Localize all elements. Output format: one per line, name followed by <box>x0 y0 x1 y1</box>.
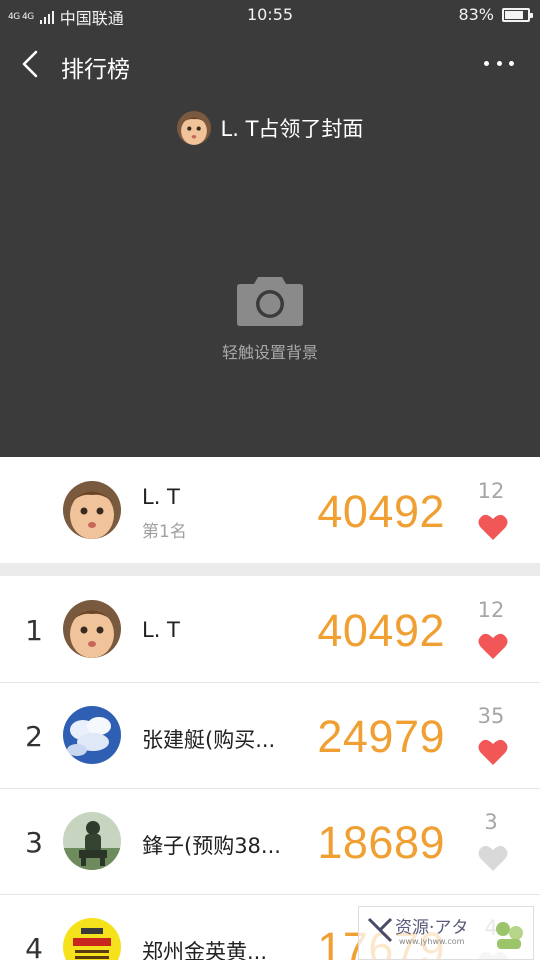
watermark-text: 资源·アタ <box>395 918 469 938</box>
rank-number: 3 <box>25 826 43 859</box>
my-step-count: 40492 <box>317 486 445 537</box>
more-options-button[interactable] <box>484 56 514 70</box>
ranking-row[interactable]: 2 张建艇(购买... 24979 35 <box>0 683 540 788</box>
section-divider <box>0 563 540 576</box>
cover-area: 4G 4G 中国联通 10:55 83% 排行榜 L. T占领了封面 轻触设置背… <box>0 0 540 457</box>
heart-icon[interactable] <box>478 738 508 766</box>
status-right: 83% <box>458 5 533 24</box>
user-name: L. T <box>142 618 180 642</box>
battery-percent: 83% <box>458 5 494 24</box>
my-rank-position: 第1名 <box>142 522 187 542</box>
step-count: 18689 <box>317 817 445 868</box>
like-count: 35 <box>477 704 505 728</box>
camera-icon <box>237 277 303 326</box>
avatar <box>63 600 121 658</box>
set-background-button[interactable]: 轻触设置背景 <box>0 275 540 363</box>
cover-owner-avatar <box>176 111 211 145</box>
more-dot-icon <box>496 60 502 66</box>
like-count: 3 <box>484 810 498 834</box>
avatar <box>63 812 121 870</box>
like-count: 12 <box>477 598 505 622</box>
set-background-label: 轻触设置背景 <box>221 343 318 362</box>
status-bar: 4G 4G 中国联通 10:55 83% <box>0 0 540 30</box>
avatar <box>63 918 121 960</box>
nav-bar: 排行榜 <box>0 38 540 90</box>
step-count: 40492 <box>317 605 445 656</box>
user-name: 张建艇(购买... <box>142 728 276 752</box>
watermark-figure-icon <box>496 922 523 949</box>
step-count: 24979 <box>317 711 445 762</box>
more-dot-icon <box>509 60 514 66</box>
ranking-row[interactable]: 1 L. T 40492 12 <box>0 576 540 682</box>
my-like-count: 12 <box>477 479 505 503</box>
watermark-logo-icon <box>367 917 393 943</box>
back-button[interactable] <box>16 48 46 80</box>
avatar <box>63 481 121 539</box>
more-dot-icon <box>484 60 489 66</box>
avatar <box>63 706 121 764</box>
cover-owner-text: L. T占领了封面 <box>220 117 364 141</box>
chevron-left-icon <box>22 50 38 78</box>
watermark-url: www.jyhww.com <box>399 937 465 946</box>
battery-icon <box>502 7 533 22</box>
heart-icon[interactable] <box>478 844 508 872</box>
heart-icon[interactable] <box>478 632 508 660</box>
my-rank-row[interactable]: L. T 第1名 40492 12 <box>0 457 540 563</box>
watermark: 资源·アタ www.jyhww.com <box>358 906 534 960</box>
rank-number: 1 <box>25 614 43 647</box>
rank-number: 4 <box>25 932 43 960</box>
ranking-row[interactable]: 3 鋒子(预购38... 18689 3 <box>0 789 540 894</box>
heart-icon[interactable] <box>478 513 508 541</box>
rank-number: 2 <box>25 720 43 753</box>
page-title: 排行榜 <box>61 57 130 83</box>
my-name: L. T <box>142 485 180 509</box>
user-name: 鋒子(预购38... <box>142 834 281 858</box>
user-name: 郑州金英黄... <box>142 940 268 960</box>
cover-owner[interactable]: L. T占领了封面 <box>0 111 540 145</box>
